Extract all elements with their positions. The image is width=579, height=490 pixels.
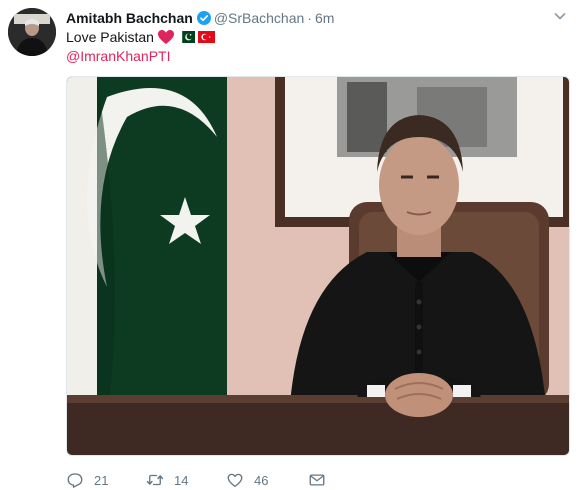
- avatar[interactable]: [8, 8, 56, 56]
- tweet-photo[interactable]: [66, 76, 570, 456]
- red-heart-emoji: [157, 29, 175, 45]
- envelope-icon: [309, 474, 325, 486]
- like-button[interactable]: 46: [226, 470, 268, 490]
- tweet-body-text: Love Pakistan: [66, 29, 154, 45]
- reply-button[interactable]: 21: [66, 470, 108, 490]
- verified-badge-icon: [196, 11, 211, 25]
- pakistan-flag-emoji: [177, 29, 195, 43]
- tweet[interactable]: Amitabh Bachchan @SrBachchan · 6m Love Pak…: [0, 0, 579, 489]
- direct-message-button[interactable]: [308, 470, 326, 490]
- author-name[interactable]: Amitabh Bachchan: [66, 10, 193, 26]
- reply-count: 21: [94, 472, 109, 488]
- tweet-header: Amitabh Bachchan @SrBachchan · 6m: [66, 9, 334, 27]
- retweet-count: 14: [174, 472, 189, 488]
- separator-dot: ·: [307, 10, 312, 26]
- retweet-icon: [146, 474, 164, 486]
- chevron-down-icon[interactable]: [553, 9, 567, 23]
- like-count: 46: [254, 472, 269, 488]
- mention-link[interactable]: @ImranKhanPTI: [66, 47, 170, 65]
- like-icon: [227, 473, 243, 488]
- tweet-text: Love Pakistan: [66, 28, 215, 46]
- retweet-button[interactable]: 14: [146, 470, 188, 490]
- reply-icon: [67, 473, 83, 488]
- turkey-flag-emoji: [197, 29, 215, 43]
- tweet-timestamp[interactable]: 6m: [315, 10, 334, 26]
- author-handle[interactable]: @SrBachchan: [214, 10, 304, 26]
